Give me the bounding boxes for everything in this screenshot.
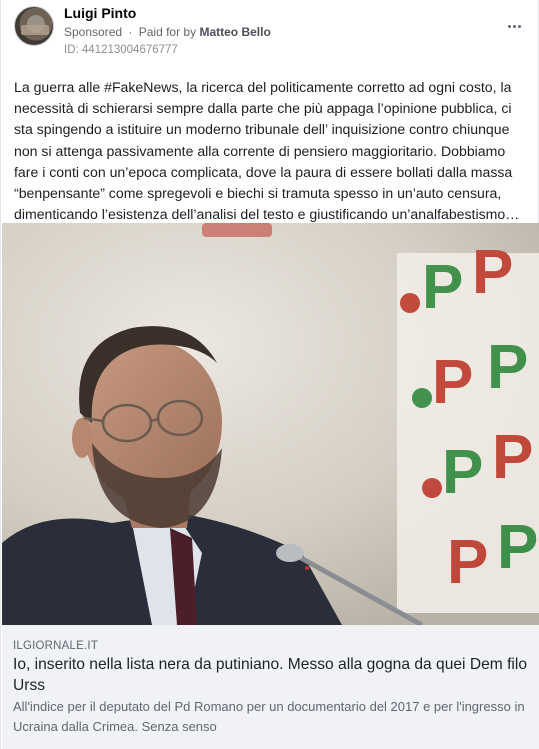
post-header: Luigi Pinto Sponsored · Paid for by Matt…	[14, 5, 526, 58]
logo-p-8: P	[497, 513, 538, 582]
author-name[interactable]: Luigi Pinto	[64, 5, 136, 21]
more-horizontal-icon[interactable]	[502, 18, 526, 34]
link-headline[interactable]: Io, inserito nella lista nera da putinia…	[13, 654, 528, 696]
avatar[interactable]	[14, 6, 54, 46]
ad-id: ID: 441213004676777	[64, 44, 178, 56]
link-description: All'indice per il deputato del Pd Romano…	[13, 699, 525, 734]
logo-p-5: P	[442, 438, 483, 507]
logo-p-3: P	[432, 348, 473, 417]
link-domain: ILGIORNALE.IT	[13, 640, 99, 652]
politician-photo: P P P P P P P P	[2, 223, 539, 625]
logo-p-6: P	[492, 423, 533, 492]
ad-meta: Sponsored · Paid for by Matteo Bello	[64, 25, 271, 39]
payer-name: Matteo Bello	[199, 25, 271, 39]
post-text: La guerra alle #FakeNews, la ricerca del…	[14, 79, 520, 223]
logo-p-4: P	[487, 333, 528, 402]
link-preview-image[interactable]: P P P P P P P P	[2, 223, 539, 625]
logo-p-1: P	[422, 253, 463, 322]
logo-p-2: P	[472, 238, 513, 307]
sponsored-label[interactable]: Sponsored	[64, 25, 122, 39]
paid-for-prefix: Paid for by	[138, 25, 197, 39]
meta-separator: ·	[128, 25, 133, 39]
logo-p-7: P	[447, 528, 488, 597]
sponsored-post-card: Luigi Pinto Sponsored · Paid for by Matt…	[0, 0, 539, 749]
link-preview-footer[interactable]: ILGIORNALE.IT Io, inserito nella lista n…	[2, 625, 539, 749]
